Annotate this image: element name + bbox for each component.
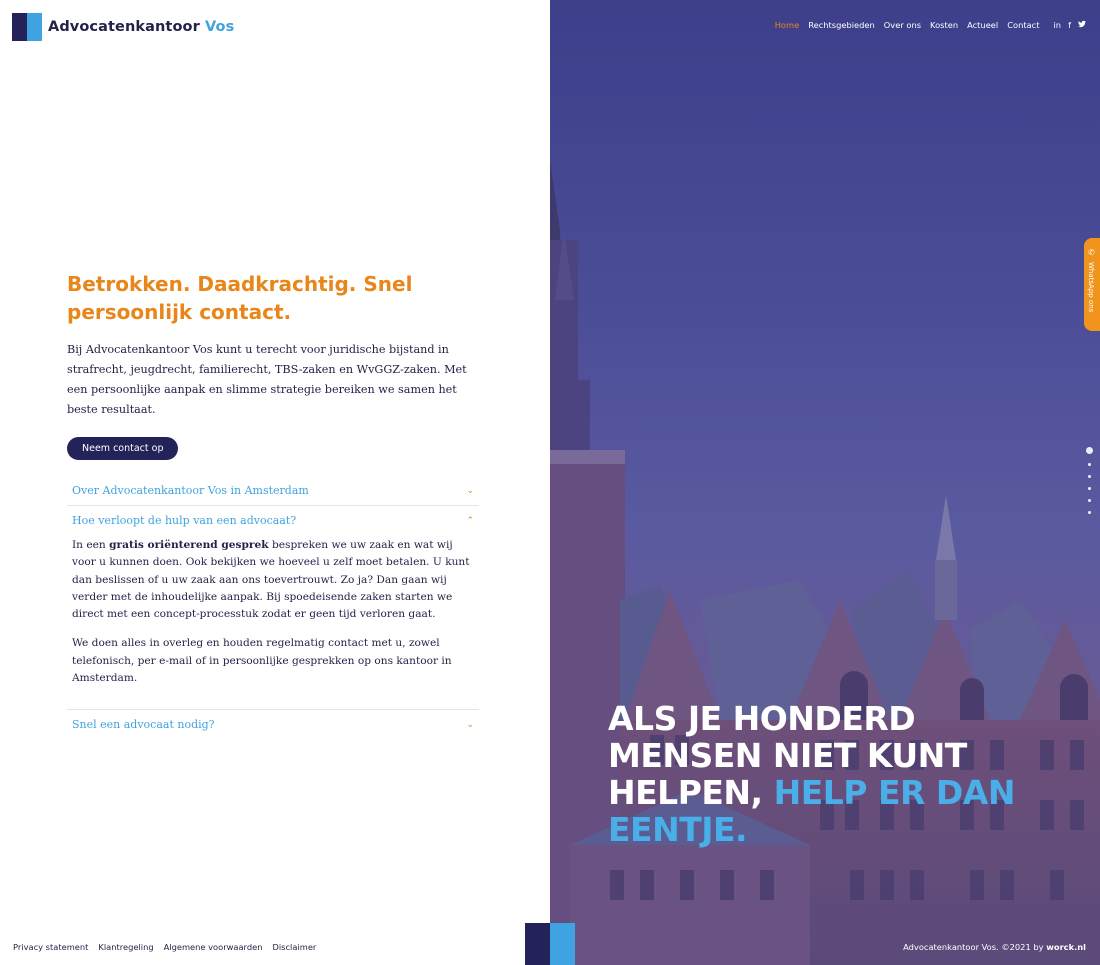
- slide-dot[interactable]: [1087, 463, 1091, 466]
- social-links: in f: [1054, 20, 1086, 30]
- slide-dot[interactable]: [1087, 511, 1091, 514]
- footer-credit: Advocatenkantoor Vos. ©2021 by worck.nl: [903, 942, 1086, 952]
- footer-link-voorwaarden[interactable]: Algemene voorwaarden: [164, 942, 263, 952]
- chevron-down-icon: ⌄: [466, 485, 474, 496]
- accordion-title: Over Advocatenkantoor Vos in Amsterdam: [72, 484, 309, 497]
- credit-brand-link[interactable]: worck.nl: [1046, 942, 1086, 952]
- accordion-toggle-over-ons[interactable]: Over Advocatenkantoor Vos in Amsterdam ⌄: [67, 476, 479, 505]
- p1-bold: gratis oriënterend gesprek: [109, 539, 269, 551]
- facebook-icon[interactable]: f: [1068, 20, 1071, 30]
- whatsapp-icon: ✆: [1088, 248, 1095, 257]
- main-nav: Home Rechtsgebieden Over ons Kosten Actu…: [775, 20, 1086, 30]
- footer-logo-icon[interactable]: [525, 923, 575, 965]
- hero-content: Betrokken. Daadkrachtig. Snel persoonlij…: [67, 270, 479, 739]
- nav-item-contact[interactable]: Contact: [1007, 20, 1039, 30]
- hero-intro: Bij Advocatenkantoor Vos kunt u terecht …: [67, 343, 467, 416]
- scales-logo-icon: [12, 13, 42, 41]
- accordion-item: Over Advocatenkantoor Vos in Amsterdam ⌄: [67, 476, 479, 506]
- nav-item-home[interactable]: Home: [775, 20, 800, 30]
- slide-dot[interactable]: [1086, 447, 1093, 454]
- whatsapp-button[interactable]: ✆ WhatsApp ons: [1084, 238, 1100, 331]
- whatsapp-label: WhatsApp ons: [1087, 262, 1095, 313]
- accordion-title: Snel een advocaat nodig?: [72, 718, 215, 732]
- faq-accordion: Over Advocatenkantoor Vos in Amsterdam ⌄…: [67, 476, 479, 739]
- accordion-toggle-snel[interactable]: Snel een advocaat nodig? ⌄: [67, 710, 479, 739]
- nav-item-actueel[interactable]: Actueel: [967, 20, 998, 30]
- credit-text: Advocatenkantoor Vos. ©2021 by: [903, 942, 1044, 952]
- brand-name-main: Advocatenkantoor: [48, 19, 200, 35]
- accordion-paragraph: In een gratis oriënterend gesprek bespre…: [72, 537, 474, 623]
- slide-dot[interactable]: [1087, 487, 1091, 490]
- slide-dot[interactable]: [1087, 475, 1091, 478]
- footer-link-disclaimer[interactable]: Disclaimer: [272, 942, 316, 952]
- accordion-item: Hoe verloopt de hulp van een advocaat? ⌃…: [67, 506, 479, 711]
- chevron-up-icon: ⌃: [466, 515, 474, 526]
- p1-pre: In een: [72, 539, 110, 551]
- footer-link-klantregeling[interactable]: Klantregeling: [98, 942, 153, 952]
- slide-dot[interactable]: [1087, 499, 1091, 502]
- accordion-title: Hoe verloopt de hulp van een advocaat?: [72, 514, 297, 527]
- footer-links: Privacy statement Klantregeling Algemene…: [13, 942, 316, 952]
- slide-pagination: [1086, 447, 1093, 523]
- accordion-toggle-hulp[interactable]: Hoe verloopt de hulp van een advocaat? ⌃: [67, 506, 479, 535]
- p1-post: bespreken we uw zaak en wat wij voor u k…: [72, 539, 470, 621]
- accordion-paragraph: We doen alles in overleg en houden regel…: [72, 637, 452, 685]
- brand-name: Advocatenkantoor Vos: [48, 19, 234, 35]
- contact-button[interactable]: Neem contact op: [67, 437, 179, 460]
- nav-item-rechtsgebieden[interactable]: Rechtsgebieden: [808, 20, 875, 30]
- brand-name-accent: Vos: [205, 19, 235, 35]
- left-panel: Advocatenkantoor Vos Betrokken. Daadkrac…: [0, 0, 550, 965]
- accordion-panel: In een gratis oriënterend gesprek bespre…: [67, 535, 479, 709]
- hero-quote: ALS JE HONDERD MENSEN NIET KUNT HELPEN, …: [608, 700, 1028, 848]
- hero-headline: Betrokken. Daadkrachtig. Snel persoonlij…: [67, 272, 413, 324]
- footer-link-privacy[interactable]: Privacy statement: [13, 942, 88, 952]
- nav-item-over-ons[interactable]: Over ons: [884, 20, 921, 30]
- nav-item-kosten[interactable]: Kosten: [930, 20, 958, 30]
- chevron-down-icon: ⌄: [466, 719, 474, 730]
- linkedin-icon[interactable]: in: [1054, 20, 1062, 30]
- logo[interactable]: Advocatenkantoor Vos: [12, 13, 234, 41]
- twitter-icon[interactable]: [1078, 20, 1086, 30]
- accordion-item: Snel een advocaat nodig? ⌄: [67, 710, 479, 739]
